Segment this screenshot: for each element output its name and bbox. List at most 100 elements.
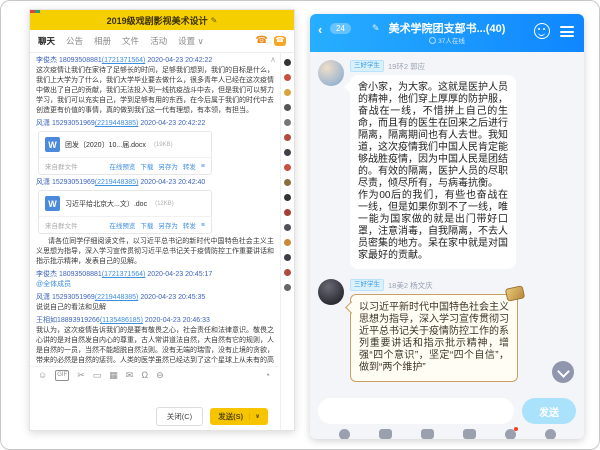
chat-history-icon[interactable]: ◔ <box>265 371 270 380</box>
notification-dot <box>514 427 518 431</box>
send-file-icon[interactable]: ▭ <box>93 371 102 380</box>
send-options-caret[interactable]: ∨ <box>249 413 260 420</box>
mobile-input-bar: 发送 <box>318 397 576 425</box>
member-avatar[interactable] <box>284 194 291 201</box>
member-avatar[interactable] <box>284 59 291 66</box>
mention-all-link[interactable]: @全体成员 <box>36 280 274 290</box>
member-avatar[interactable] <box>284 119 291 126</box>
file-menu-icon[interactable]: ≡ <box>201 222 205 229</box>
avatar[interactable] <box>318 60 344 86</box>
tab-album[interactable]: 相册 <box>94 35 111 47</box>
chat-message: 王相如18893919266(1135486185) 2020-04-23 20… <box>36 316 274 366</box>
video-call-icon[interactable]: ☎ <box>274 36 286 46</box>
file-saveas-link[interactable]: 另存为 <box>158 220 178 230</box>
camera-icon[interactable] <box>421 429 434 439</box>
member-avatar[interactable] <box>284 254 291 261</box>
sender-name[interactable]: 王相如18893919266 <box>36 317 100 324</box>
voice-call-icon[interactable]: ☎ <box>256 36 268 46</box>
sender-name[interactable]: 19环2 郭应 <box>388 61 425 72</box>
sender-qq-id[interactable]: (2219448385) <box>95 120 139 127</box>
voice-icon[interactable] <box>339 429 350 439</box>
member-avatar[interactable] <box>284 149 291 156</box>
member-avatar[interactable] <box>284 164 291 171</box>
picture-icon[interactable]: ▦ <box>109 371 118 380</box>
file-card[interactable]: W 习近平给北京大...文）.doc (12KB) 来自群文件 在线预览 下载 … <box>38 190 212 234</box>
emoji-icon[interactable]: ☺ <box>38 371 47 380</box>
sender-name[interactable]: 风潇 15293051969 <box>36 294 95 301</box>
file-download-link[interactable]: 下载 <box>140 161 153 171</box>
file-source-label: 来自群文件 <box>45 161 78 171</box>
sender-qq-id[interactable]: (2219448385) <box>95 294 139 301</box>
sender-qq-id[interactable]: (1721371564) <box>102 271 146 278</box>
chat-history-pane[interactable]: 李俊杰 18093508881(1721371564) 2020-04-23 2… <box>30 53 278 366</box>
red-packet-icon[interactable] <box>463 429 476 439</box>
image-icon[interactable] <box>379 429 392 439</box>
tab-activity[interactable]: 活动 <box>150 35 167 47</box>
sender-name[interactable]: 风潇 15293051969 <box>36 120 95 127</box>
chat-message: 三好学生 18美2 杨文庆 以习近平新时代中国特色社会主义思想为指导，深入学习宣… <box>318 279 576 382</box>
file-preview-link[interactable]: 在线预览 <box>109 161 135 171</box>
file-saveas-link[interactable]: 另存为 <box>158 161 178 171</box>
edit-title-icon[interactable]: ✎ <box>211 16 218 25</box>
chat-message: 风潇 15293051969(2219448385) 2020-04-23 20… <box>36 119 274 175</box>
message-input-area[interactable] <box>30 384 278 404</box>
window-control-green[interactable] <box>35 10 40 13</box>
mobile-toolbar-cutoff <box>310 429 584 439</box>
more-icon[interactable] <box>545 429 556 439</box>
member-avatar[interactable] <box>284 179 291 186</box>
file-name[interactable]: 习近平给北京大...文）.doc <box>65 199 147 209</box>
tab-files[interactable]: 文件 <box>122 35 139 47</box>
sender-qq-id[interactable]: (2219448385) <box>95 179 139 186</box>
file-size: (19KB) <box>154 142 173 148</box>
member-avatar[interactable] <box>284 134 291 141</box>
send-button[interactable]: 发送(S)∨ <box>210 408 268 425</box>
close-button[interactable]: 关闭(C) <box>156 407 203 426</box>
sender-name[interactable]: 李俊杰 18093508881 <box>36 271 102 278</box>
sender-name[interactable]: 风潇 15293051969 <box>36 179 95 186</box>
sender-qq-id[interactable]: (1135486185) <box>100 317 143 324</box>
member-avatar[interactable] <box>284 269 291 276</box>
chat-message: 风潇 15293051969(2219448385) 2020-04-23 20… <box>36 178 274 234</box>
emoji-icon[interactable] <box>505 429 516 439</box>
file-menu-icon[interactable]: ≡ <box>201 163 205 170</box>
scroll-to-bottom-button[interactable] <box>552 361 574 383</box>
member-avatar[interactable] <box>284 104 291 111</box>
chat-message: 风潇 15293051969(2219448385) 2020-04-23 20… <box>36 293 274 313</box>
bell-icon[interactable]: Ω <box>141 371 148 380</box>
sender-name[interactable]: 18美2 杨文庆 <box>388 280 433 291</box>
file-download-link[interactable]: 下载 <box>140 220 153 230</box>
message-text: 这次疫情让我们在家待了足够长的时间，足够我们想到，我们的目标是什么，我们上大学为… <box>36 66 274 116</box>
envelope-icon[interactable]: ✉ <box>126 371 134 380</box>
screenshot-icon[interactable]: ✂ <box>77 371 85 380</box>
message-input[interactable] <box>318 398 514 424</box>
member-avatar[interactable] <box>284 284 291 291</box>
avatar[interactable] <box>318 279 344 305</box>
file-forward-link[interactable]: 转发 <box>183 220 196 230</box>
group-space-icon[interactable] <box>534 23 550 39</box>
more-tools-icon[interactable]: ⊖ <box>156 371 164 380</box>
member-avatar[interactable] <box>284 209 291 216</box>
online-count: 37人在线 <box>438 35 465 45</box>
scrollbar-up-arrow[interactable]: ∧ <box>268 55 278 65</box>
member-avatar[interactable] <box>284 74 291 81</box>
bottom-buttons-row: 关闭(C) 发送(S)∨ <box>30 404 278 428</box>
send-button[interactable]: 发送 <box>522 398 576 424</box>
tab-chat[interactable]: 聊天 <box>38 35 55 47</box>
file-preview-link[interactable]: 在线预览 <box>109 220 135 230</box>
tab-settings[interactable]: 设置 ∨ <box>178 35 204 47</box>
hamburger-menu-icon[interactable] <box>560 26 574 37</box>
gif-icon[interactable]: GIF <box>55 370 69 381</box>
member-avatar[interactable] <box>284 89 291 96</box>
member-avatar[interactable] <box>284 224 291 231</box>
file-size: (12KB) <box>155 201 174 207</box>
file-forward-link[interactable]: 转发 <box>183 161 196 171</box>
sender-qq-id[interactable]: (1721371564) <box>102 57 146 64</box>
message-time: 2020-04-23 20:42:40 <box>140 179 205 186</box>
sender-name[interactable]: 李俊杰 18093508881 <box>36 57 102 64</box>
mobile-chat-pane[interactable]: 三好学生 19环2 郭应 舍小家，为大家。这就是医护人员的精神，他们穿上厚厚的防… <box>310 52 584 397</box>
file-card[interactable]: W 团发〔2020〕10...届.docx (19KB) 来自群文件 在线预览 … <box>38 131 212 175</box>
file-name[interactable]: 团发〔2020〕10...届.docx <box>65 140 146 150</box>
tab-announcement[interactable]: 公告 <box>66 35 83 47</box>
member-avatar[interactable] <box>284 239 291 246</box>
member-list-sliver[interactable] <box>280 53 294 430</box>
